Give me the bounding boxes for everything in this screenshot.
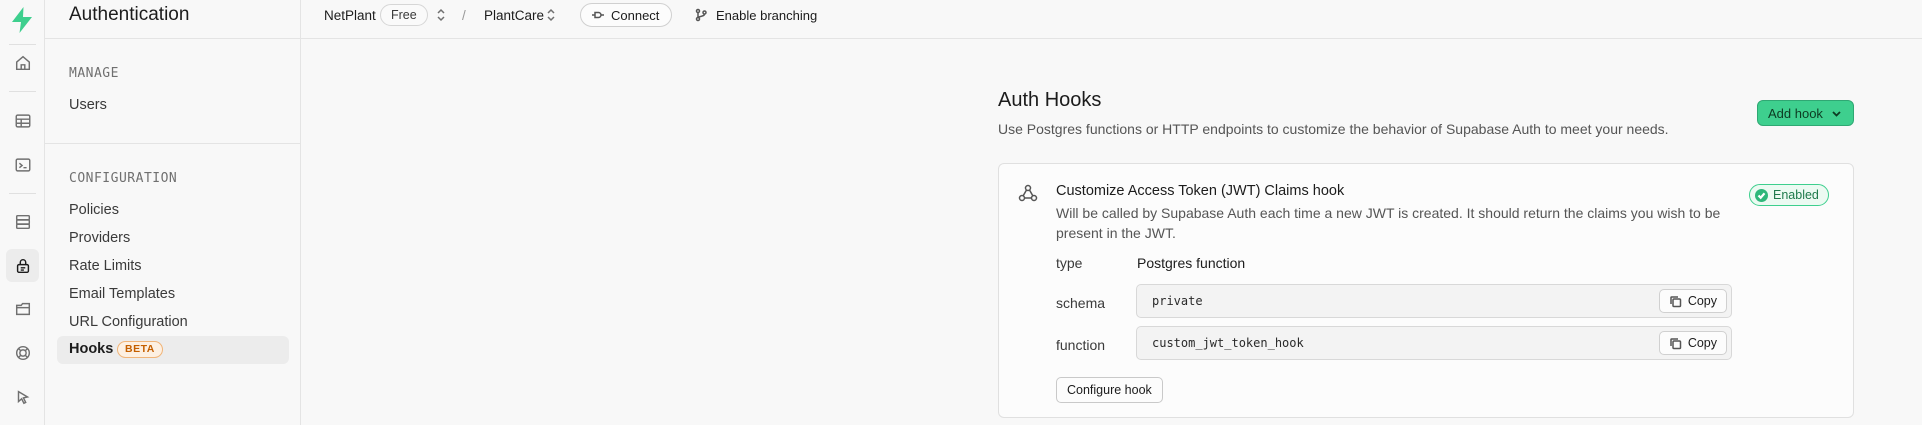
type-key: type bbox=[1056, 255, 1083, 271]
copy-label: Copy bbox=[1687, 336, 1717, 350]
git-branch-icon bbox=[695, 8, 707, 22]
configuration-section-label: CONFIGURATION bbox=[69, 171, 178, 186]
sidebar-item-providers[interactable]: Providers bbox=[69, 230, 130, 246]
enable-branching-button[interactable]: Enable branching bbox=[694, 8, 817, 23]
sidebar-item-users[interactable]: Users bbox=[69, 97, 107, 113]
add-hook-button[interactable]: Add hook bbox=[1757, 100, 1854, 126]
realtime-icon[interactable] bbox=[6, 336, 39, 369]
page-description: Use Postgres functions or HTTP endpoints… bbox=[998, 121, 1669, 137]
sql-editor-icon[interactable] bbox=[6, 148, 39, 181]
auth-icon[interactable] bbox=[6, 249, 39, 282]
beta-badge: BETA bbox=[117, 341, 163, 358]
rail-divider bbox=[9, 91, 36, 92]
hook-card: Customize Access Token (JWT) Claims hook… bbox=[998, 163, 1854, 418]
type-value: Postgres function bbox=[1137, 255, 1246, 271]
sidebar-item-email-templates[interactable]: Email Templates bbox=[69, 286, 175, 302]
sidebar-item-hooks[interactable]: Hooks BETA bbox=[57, 336, 289, 364]
connect-button[interactable]: Connect bbox=[580, 3, 673, 27]
sidebar-item-policies[interactable]: Policies bbox=[69, 202, 119, 218]
webhook-icon bbox=[1017, 182, 1039, 204]
copy-icon bbox=[1670, 295, 1682, 307]
schema-key: schema bbox=[1056, 295, 1106, 311]
sidebar-divider bbox=[45, 143, 301, 144]
connect-label: Connect bbox=[611, 7, 660, 23]
auth-sidebar: Authentication MANAGE Users CONFIGURATIO… bbox=[45, 0, 301, 425]
home-icon[interactable] bbox=[6, 46, 39, 79]
sidebar-divider bbox=[45, 38, 301, 39]
status-badge: Enabled bbox=[1749, 184, 1829, 206]
hook-description: Will be called by Supabase Auth each tim… bbox=[1056, 205, 1721, 241]
sidebar-item-rate-limits[interactable]: Rate Limits bbox=[69, 258, 142, 274]
branching-label: Enable branching bbox=[716, 7, 818, 23]
copy-function-button[interactable]: Copy bbox=[1658, 331, 1727, 355]
storage-icon[interactable] bbox=[6, 292, 39, 325]
check-circle-icon bbox=[1755, 188, 1768, 202]
hook-title: Customize Access Token (JWT) Claims hook bbox=[1056, 183, 1345, 199]
manage-section-label: MANAGE bbox=[69, 66, 119, 81]
function-field: custom_jwt_token_hook Copy bbox=[1136, 326, 1732, 360]
org-name[interactable]: NetPlant bbox=[324, 8, 376, 23]
copy-icon bbox=[1670, 337, 1682, 349]
rail-divider bbox=[9, 44, 36, 45]
copy-label: Copy bbox=[1687, 294, 1717, 308]
plug-icon bbox=[592, 11, 604, 19]
plan-badge: Free bbox=[380, 4, 428, 26]
function-key: function bbox=[1056, 337, 1106, 353]
function-value: custom_jwt_token_hook bbox=[1152, 336, 1304, 350]
add-hook-label: Add hook bbox=[1768, 105, 1823, 121]
page-title: Auth Hooks bbox=[998, 89, 1102, 111]
status-label: Enabled bbox=[1773, 188, 1819, 202]
configure-hook-button[interactable]: Configure hook bbox=[1056, 377, 1163, 403]
table-editor-icon[interactable] bbox=[6, 104, 39, 137]
pointer-icon[interactable] bbox=[6, 380, 39, 413]
copy-schema-button[interactable]: Copy bbox=[1658, 289, 1727, 313]
schema-value: private bbox=[1152, 294, 1203, 308]
section-title: Authentication bbox=[69, 4, 190, 25]
icon-rail bbox=[0, 0, 45, 425]
chevron-down-icon bbox=[1832, 110, 1841, 117]
project-switcher-chevrons-icon[interactable] bbox=[545, 8, 557, 22]
org-switcher-chevrons-icon[interactable] bbox=[435, 8, 447, 22]
sidebar-item-label: Hooks bbox=[69, 341, 114, 357]
breadcrumb-separator: / bbox=[462, 7, 466, 23]
rail-divider bbox=[9, 193, 36, 194]
database-icon[interactable] bbox=[6, 205, 39, 238]
supabase-logo-icon[interactable] bbox=[6, 4, 38, 36]
project-name[interactable]: PlantCare bbox=[484, 8, 544, 23]
sidebar-item-url-configuration[interactable]: URL Configuration bbox=[69, 314, 188, 330]
top-bar: NetPlant Free / PlantCare Connect Enable… bbox=[301, 0, 1922, 39]
schema-field: private Copy bbox=[1136, 284, 1732, 318]
